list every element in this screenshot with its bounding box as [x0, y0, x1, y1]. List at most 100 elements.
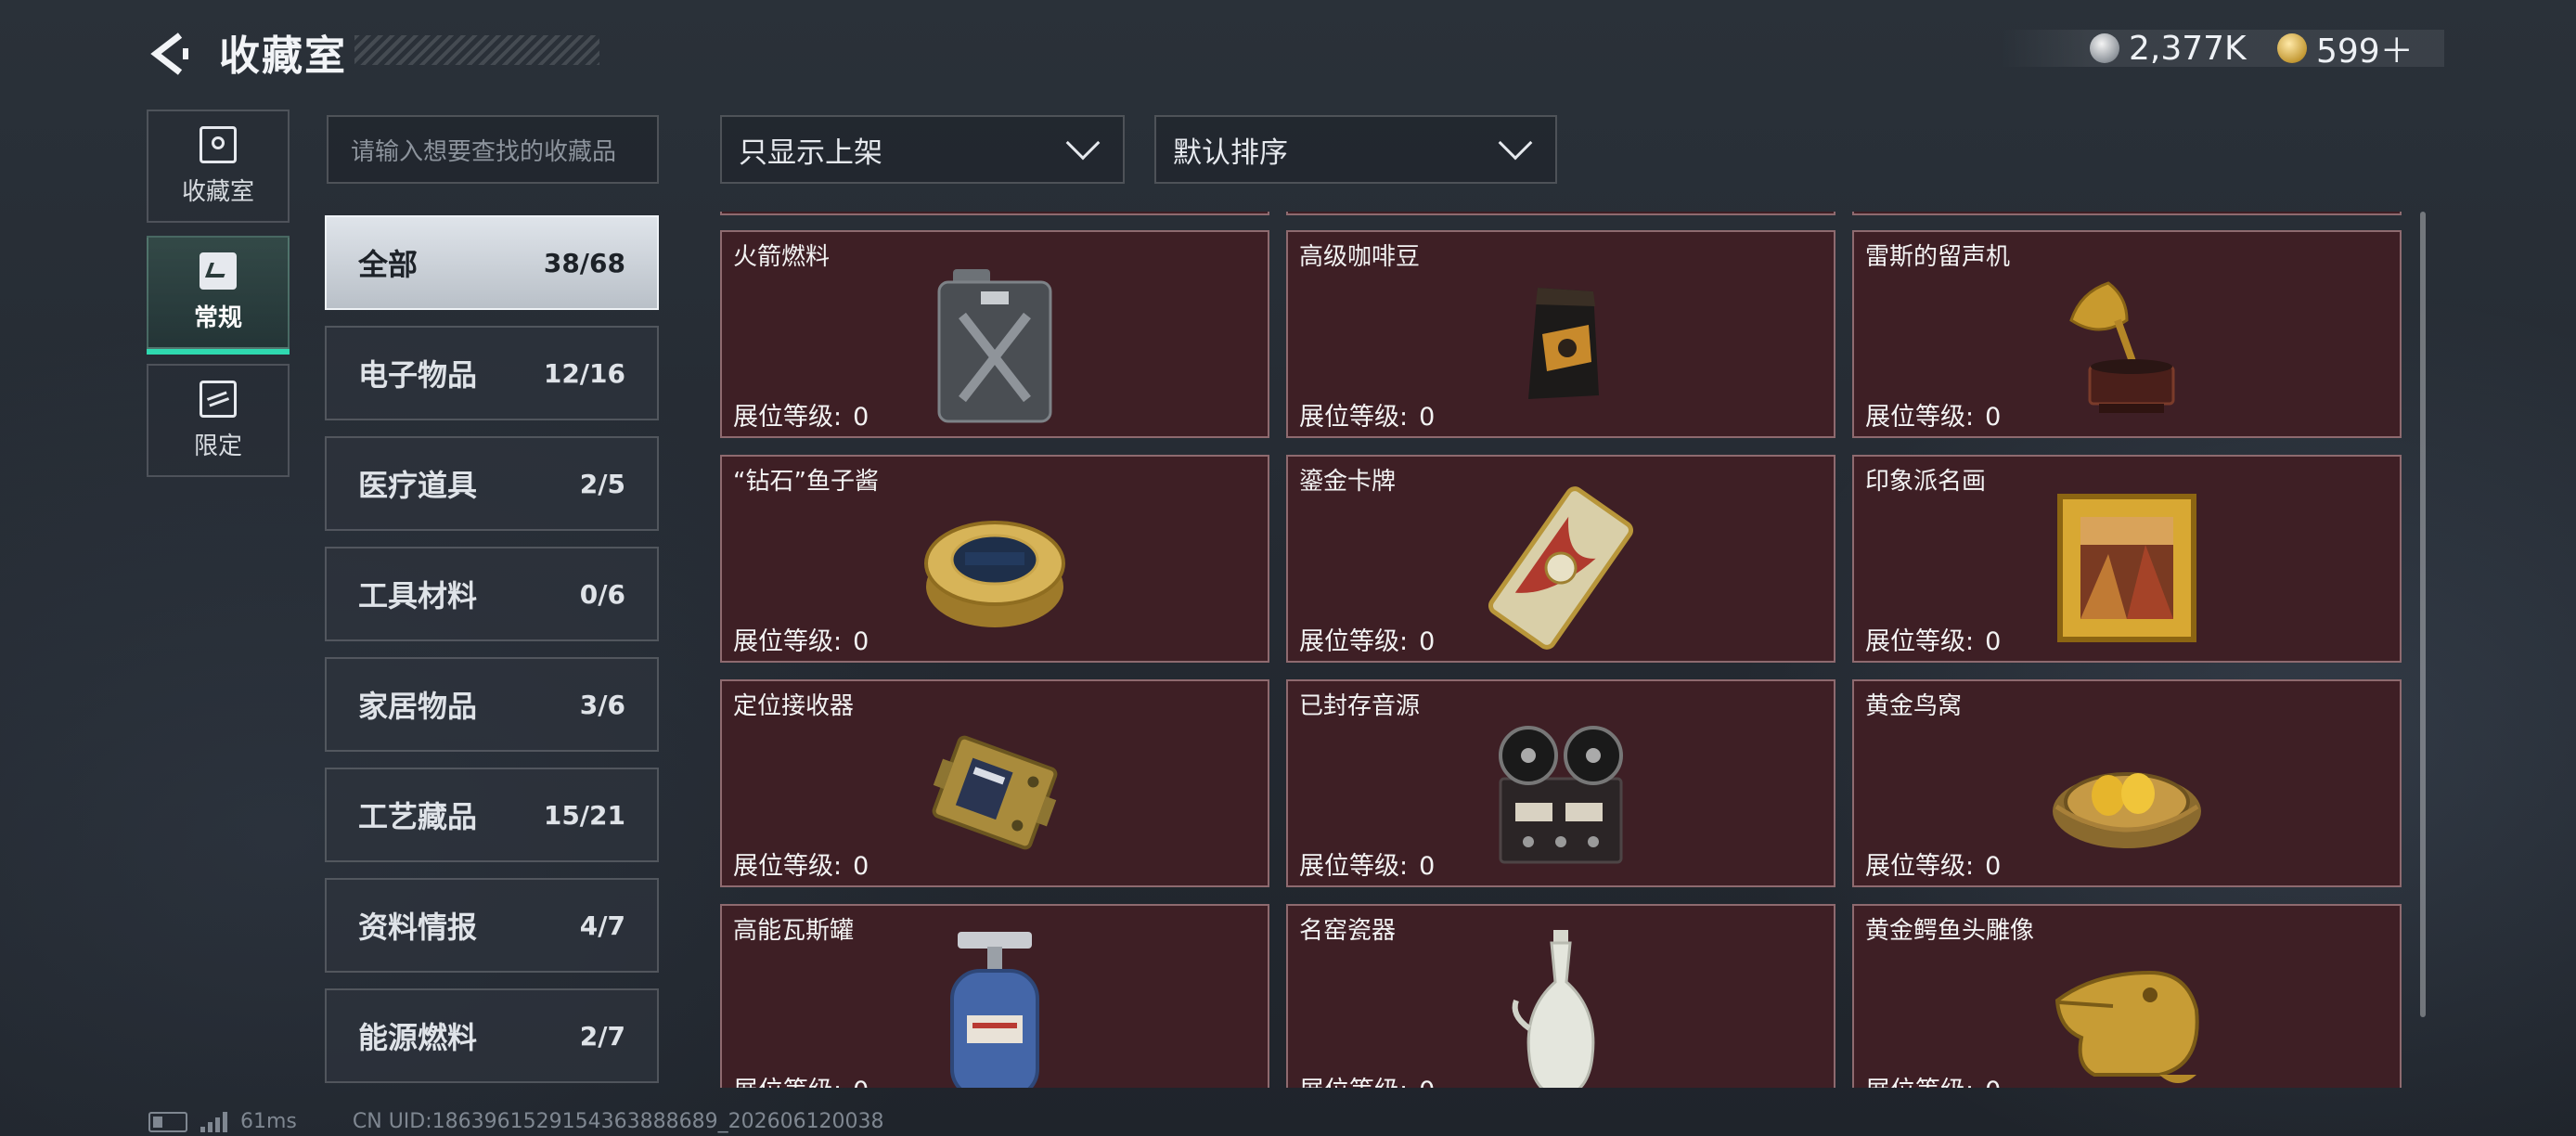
level-label: 展位等级: — [1865, 403, 1975, 432]
level-label: 展位等级: — [733, 852, 843, 881]
item-card[interactable]: 已封存音源 展位等级: 0 — [1286, 679, 1835, 887]
category-all[interactable]: 全部 38/68 — [325, 215, 659, 310]
currency-bar: 2,377K 599＋ — [2001, 29, 2444, 71]
category-count: 38/68 — [543, 247, 625, 278]
category-count: 0/6 — [579, 578, 625, 610]
fuel-jerrycan-icon — [902, 252, 1088, 434]
silver-amount: 2,377K — [2129, 29, 2247, 68]
coffee-bag-icon — [1468, 252, 1654, 434]
level-value: 0 — [1985, 852, 2002, 881]
gas-canister-icon — [902, 926, 1088, 1088]
item-card[interactable]: 名窑瓷器 展位等级: 0 — [1286, 904, 1835, 1088]
item-name: 黄金鸟窝 — [1865, 692, 1963, 720]
category-name: 医疗道具 — [358, 468, 478, 503]
category-name: 家居物品 — [358, 689, 478, 724]
dropdown-value: 默认排序 — [1173, 136, 1288, 170]
item-name: 印象派名画 — [1865, 468, 1987, 496]
level-label: 展位等级: — [1865, 1077, 1974, 1088]
category-electronics[interactable]: 电子物品 12/16 — [325, 326, 659, 420]
item-name: “钻石”鱼子酱 — [733, 468, 879, 496]
chevron-down-icon — [1498, 125, 1533, 161]
gramophone-icon — [2034, 252, 2220, 434]
ping-text: 61ms — [240, 1110, 297, 1133]
level-label: 展位等级: — [733, 403, 843, 432]
display-filter-dropdown[interactable]: 只显示上架 — [720, 115, 1125, 184]
level-value: 0 — [853, 403, 869, 432]
silver-coin-icon — [2090, 33, 2119, 63]
nav-label: 限定 — [193, 432, 242, 460]
item-level: 展位等级: 0 — [1865, 1070, 2001, 1088]
item-level: 展位等级: 0 — [1299, 846, 1435, 882]
level-label: 展位等级: — [1865, 627, 1975, 656]
gold-amount: 599＋ — [2316, 32, 2414, 71]
nav-collection-room[interactable]: 收藏室 — [147, 110, 290, 223]
item-level: 展位等级: 0 — [1299, 621, 1435, 657]
category-medical[interactable]: 医疗道具 2/5 — [325, 436, 659, 531]
gold-currency[interactable]: 599＋ — [2277, 30, 2414, 71]
item-level: 展位等级: 0 — [1299, 396, 1435, 432]
battery-icon — [148, 1111, 187, 1132]
collection-room-icon — [200, 125, 237, 163]
item-card[interactable]: 鎏金卡牌 展位等级: 0 — [1286, 455, 1835, 663]
dropdown-value: 只显示上架 — [739, 136, 882, 170]
chevron-down-icon — [1065, 125, 1101, 161]
caviar-tin-icon — [902, 477, 1088, 659]
item-card[interactable]: 高能瓦斯罐 展位等级: 0 — [720, 904, 1269, 1088]
level-value: 0 — [1419, 1077, 1435, 1088]
receiver-device-icon — [902, 702, 1088, 884]
item-card-partial[interactable] — [1286, 212, 1835, 215]
item-name: 鎏金卡牌 — [1299, 468, 1397, 496]
search-placeholder: 请输入想要查找的收藏品 — [351, 137, 617, 166]
item-card[interactable]: 定位接收器 展位等级: 0 — [720, 679, 1269, 887]
level-label: 展位等级: — [733, 627, 843, 656]
collection-grid[interactable]: 火箭燃料 展位等级: 0 高级咖啡豆 展位等级: 0 雷斯的留声机 展位等级: 0 — [720, 212, 2409, 1088]
category-tools[interactable]: 工具材料 0/6 — [325, 547, 659, 641]
category-crafts[interactable]: 工艺藏品 15/21 — [325, 768, 659, 862]
item-card[interactable]: “钻石”鱼子酱 展位等级: 0 — [720, 455, 1269, 663]
item-card[interactable]: 火箭燃料 展位等级: 0 — [720, 230, 1269, 438]
item-card[interactable]: 印象派名画 展位等级: 0 — [1852, 455, 2402, 663]
item-level: 展位等级: 0 — [733, 396, 869, 432]
limited-tab-icon — [200, 380, 237, 418]
uid-text: CN UID:1863961529154363888689_2026061200… — [352, 1110, 884, 1133]
item-level: 展位等级: 0 — [733, 621, 869, 657]
category-count: 4/7 — [579, 910, 625, 941]
golden-crocodile-icon — [2034, 926, 2220, 1088]
item-name: 高级咖啡豆 — [1299, 243, 1421, 271]
item-card[interactable]: 雷斯的留声机 展位等级: 0 — [1852, 230, 2402, 438]
item-card[interactable]: 黄金鸟窝 展位等级: 0 — [1852, 679, 2402, 887]
level-value: 0 — [1985, 627, 2002, 656]
category-count: 3/6 — [579, 689, 625, 720]
regular-tab-icon — [200, 252, 237, 290]
category-intel[interactable]: 资料情报 4/7 — [325, 878, 659, 973]
search-input[interactable]: 请输入想要查找的收藏品 — [327, 115, 659, 184]
category-count: 12/16 — [543, 357, 625, 389]
nav-label: 常规 — [193, 303, 242, 332]
grid-scrollbar[interactable] — [2420, 212, 2426, 1017]
category-count: 15/21 — [543, 799, 625, 831]
item-card-partial[interactable] — [720, 212, 1269, 215]
nav-regular[interactable]: 常规 — [147, 236, 290, 355]
item-level: 展位等级: 0 — [733, 1070, 869, 1088]
item-level: 展位等级: 0 — [1299, 1070, 1435, 1088]
back-button[interactable] — [148, 32, 193, 76]
level-value: 0 — [1419, 403, 1436, 432]
sort-dropdown[interactable]: 默认排序 — [1154, 115, 1557, 184]
item-name: 火箭燃料 — [733, 243, 831, 271]
gilded-card-icon — [1468, 477, 1654, 659]
category-name: 全部 — [358, 247, 419, 282]
nav-limited[interactable]: 限定 — [147, 364, 290, 477]
item-name: 名窑瓷器 — [1299, 917, 1397, 945]
page-title: 收藏室 — [219, 32, 347, 80]
level-value: 0 — [853, 852, 869, 881]
item-name: 高能瓦斯罐 — [733, 917, 855, 945]
golden-nest-icon — [2034, 702, 2220, 884]
item-card[interactable]: 高级咖啡豆 展位等级: 0 — [1286, 230, 1835, 438]
item-level: 展位等级: 0 — [733, 846, 869, 882]
item-card[interactable]: 黄金鳄鱼头雕像 展位等级: 0 — [1852, 904, 2402, 1088]
category-energy[interactable]: 能源燃料 2/7 — [325, 988, 659, 1083]
level-label: 展位等级: — [733, 1077, 842, 1088]
item-card-partial[interactable] — [1852, 212, 2402, 215]
category-household[interactable]: 家居物品 3/6 — [325, 657, 659, 752]
nav-label: 收藏室 — [181, 177, 254, 206]
